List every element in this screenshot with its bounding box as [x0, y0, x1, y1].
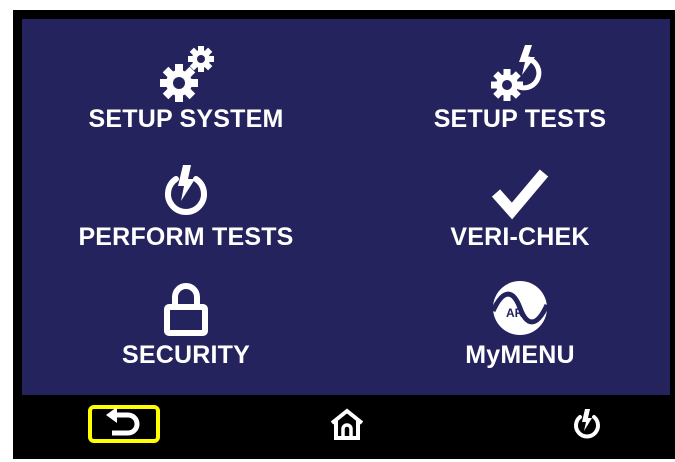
- veri-chek-label: VERI-CHEK: [450, 223, 590, 251]
- checkmark-icon: [490, 157, 550, 221]
- power-button[interactable]: [562, 405, 612, 447]
- power-icon: [571, 407, 603, 446]
- mymenu-button[interactable]: AR MyMENU: [370, 275, 670, 387]
- gear-power-icon: [485, 39, 555, 103]
- home-button[interactable]: [322, 405, 372, 447]
- back-arrow-icon: [104, 406, 144, 442]
- power-bolt-icon: [156, 157, 216, 221]
- home-icon: [329, 407, 365, 446]
- setup-tests-button[interactable]: SETUP TESTS: [370, 39, 670, 151]
- bottom-navbar: [22, 395, 670, 457]
- ar-logo-text: AR: [506, 306, 524, 320]
- security-button[interactable]: SECURITY: [36, 275, 336, 387]
- perform-tests-button[interactable]: PERFORM TESTS: [36, 157, 336, 269]
- back-button[interactable]: [88, 405, 160, 443]
- setup-system-label: SETUP SYSTEM: [88, 105, 284, 133]
- main-menu-screen: SETUP SYSTEM SETUP TESTS PERFORM TESTS V…: [22, 19, 670, 395]
- setup-tests-label: SETUP TESTS: [433, 105, 607, 133]
- ar-logo-icon: AR: [489, 275, 551, 339]
- mymenu-label: MyMENU: [465, 341, 575, 369]
- veri-chek-button[interactable]: VERI-CHEK: [370, 157, 670, 269]
- security-label: SECURITY: [121, 341, 250, 369]
- perform-tests-label: PERFORM TESTS: [78, 223, 294, 251]
- setup-system-button[interactable]: SETUP SYSTEM: [36, 39, 336, 151]
- padlock-icon: [161, 275, 211, 339]
- gears-icon: [151, 39, 221, 103]
